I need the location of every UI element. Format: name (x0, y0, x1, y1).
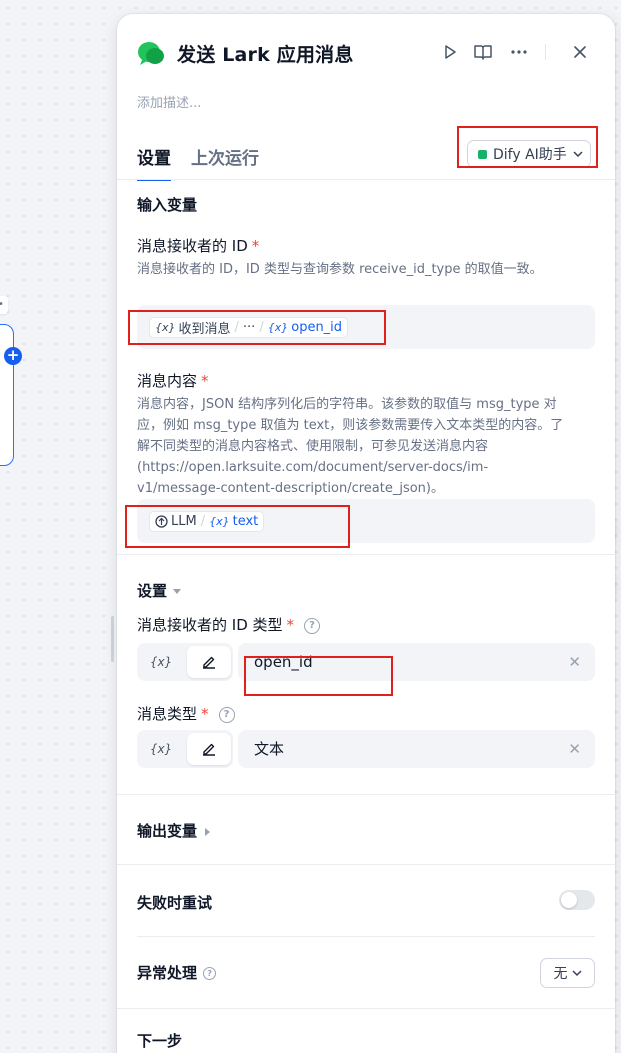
ai-assistant-label: Dify AI助手 (493, 147, 567, 163)
settings-title: 设置 (137, 582, 168, 600)
var-name: text (232, 514, 259, 529)
msg-type-mode-switch: {x} (137, 730, 233, 768)
tab-settings[interactable]: 设置 (137, 144, 171, 181)
chevron-down-icon (571, 970, 582, 977)
panel-tabs: 设置 上次运行 (137, 144, 259, 181)
id-type-mode-switch: {x} (137, 643, 233, 681)
output-vars-toggle[interactable]: 输出变量 (137, 820, 211, 841)
canvas-node-tag: • (0, 296, 8, 314)
caret-down-icon (173, 589, 182, 594)
msg-type-label-text: 消息类型 (137, 705, 198, 723)
lark-chat-icon (138, 42, 164, 65)
play-icon (445, 45, 456, 59)
llm-node-icon (155, 515, 168, 528)
content-var-box[interactable]: LLM / {x} text (137, 499, 595, 543)
section-divider (117, 864, 615, 865)
variable-reference-pill[interactable]: LLM / {x} text (149, 511, 265, 532)
close-button[interactable] (570, 42, 590, 62)
var-node-name: 收到消息 (178, 322, 231, 337)
panel-header: 发送 Lark 应用消息 (117, 14, 615, 90)
receiver-id-var-box[interactable]: {x} 收到消息 / ··· / {x} open_id (137, 305, 595, 349)
toggle-knob (561, 892, 577, 908)
help-icon[interactable]: ? (218, 706, 235, 723)
retry-title: 失败时重试 (137, 894, 213, 912)
content-description: 消息内容，JSON 结构序列化后的字符串。该参数的取值与 msg_type 对应… (137, 397, 564, 496)
content-label-text: 消息内容 (137, 372, 198, 390)
separator: / (259, 320, 264, 335)
var-node-name: LLM (171, 514, 197, 529)
next-step-title: 下一步 (137, 1032, 183, 1050)
variable-icon: {x} (267, 321, 289, 334)
receiver-id-label: 消息接收者的 ID * (137, 235, 259, 256)
status-dot-icon (478, 149, 487, 159)
variable-reference-pill[interactable]: {x} 收到消息 / ··· / {x} open_id (149, 317, 349, 338)
node-settings-panel: 发送 Lark 应用消息 添加描述... 设置 上次运行 Dify AI助手 输… (117, 14, 615, 1053)
output-vars-title: 输出变量 (137, 822, 198, 840)
book-open-icon (474, 45, 492, 60)
separator: / (234, 320, 239, 335)
caret-right-icon (205, 827, 211, 836)
section-divider (137, 936, 595, 937)
section-divider (117, 1008, 615, 1009)
more-button[interactable] (509, 42, 529, 62)
required-mark: * (251, 237, 260, 255)
node-title[interactable]: 发送 Lark 应用消息 (177, 40, 354, 67)
tabs-divider (117, 179, 615, 180)
variable-icon: {x} (209, 515, 230, 528)
content-label: 消息内容 * (137, 370, 209, 391)
more-dots-icon (511, 50, 527, 54)
help-icon[interactable]: ? (304, 617, 321, 634)
error-handling-value: 无 (553, 966, 568, 982)
tab-last-run[interactable]: 上次运行 (191, 144, 259, 181)
msg-type-input[interactable]: 文本 ✕ (238, 730, 595, 768)
run-button[interactable] (440, 42, 460, 62)
variable-mode-button[interactable]: {x} (145, 739, 177, 759)
separator: / (200, 514, 206, 529)
required-mark: * (286, 616, 295, 634)
variable-icon: {x} (155, 321, 176, 334)
retry-toggle[interactable] (559, 890, 595, 910)
panel-resize-handle[interactable] (111, 616, 114, 662)
error-handling-title: 异常处理 (137, 964, 198, 982)
receiver-id-description: 消息接收者的 ID，ID 类型与查询参数 receive_id_type 的取值… (137, 262, 543, 277)
var-name: open_id (291, 320, 343, 335)
id-type-label-text: 消息接收者的 ID 类型 (137, 616, 283, 634)
msg-type-label: 消息类型 *? (137, 703, 235, 724)
error-handling-select[interactable]: 无 (540, 958, 595, 988)
id-type-input[interactable]: open_id ✕ (238, 643, 595, 681)
clear-icon[interactable]: ✕ (568, 643, 581, 681)
pencil-icon (203, 743, 215, 756)
receiver-id-label-text: 消息接收者的 ID (137, 237, 248, 255)
required-mark: * (201, 705, 209, 723)
add-node-icon[interactable]: + (4, 347, 22, 365)
constant-mode-button[interactable] (187, 646, 231, 678)
help-icon[interactable]: ? (203, 967, 217, 980)
error-handling-label: 异常处理? (137, 962, 217, 983)
id-type-label: 消息接收者的 ID 类型 *? (137, 614, 321, 635)
constant-mode-button[interactable] (187, 733, 231, 765)
ai-assistant-button[interactable]: Dify AI助手 (467, 140, 591, 168)
section-divider (117, 554, 615, 555)
variable-mode-button[interactable]: {x} (145, 652, 177, 672)
description-input[interactable]: 添加描述... (137, 92, 201, 111)
required-mark: * (201, 372, 209, 390)
input-vars-title: 输入变量 (137, 196, 198, 214)
docs-button[interactable] (473, 42, 493, 62)
section-divider (117, 794, 615, 795)
id-type-value: open_id (254, 653, 313, 671)
clear-icon[interactable]: ✕ (568, 730, 581, 768)
msg-type-value: 文本 (254, 740, 285, 758)
pencil-icon (203, 656, 215, 669)
header-divider (545, 44, 546, 60)
chevron-down-icon (573, 151, 583, 158)
close-icon (574, 46, 586, 58)
settings-section-toggle[interactable]: 设置 (137, 580, 182, 601)
var-ellipsis: ··· (242, 320, 256, 335)
